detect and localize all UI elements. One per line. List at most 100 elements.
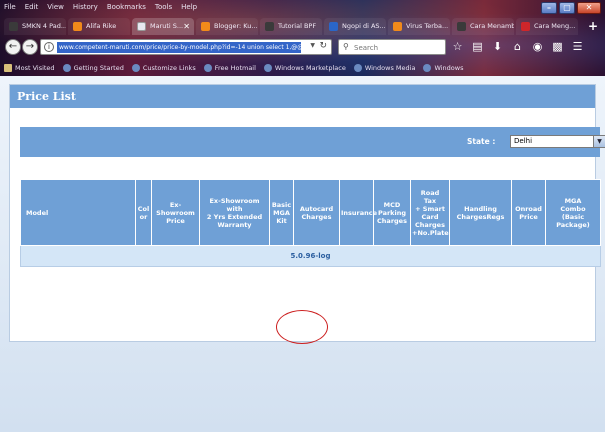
- globe-icon: [263, 64, 272, 72]
- price-list-panel: Price List State : Delhi ▼ Model Col or E…: [9, 84, 605, 342]
- reading-list-icon[interactable]: ▤: [472, 40, 483, 54]
- bookmark-label: Most Visited: [15, 64, 55, 72]
- tab-8[interactable]: Cara Menambah...: [452, 18, 514, 35]
- tab-3-active[interactable]: Maruti S... ✕: [132, 18, 194, 35]
- menu-history[interactable]: History: [73, 3, 98, 14]
- tab-strip: SMKN 4 Pad... Alifa Rike Maruti S... ✕ Bl…: [4, 18, 601, 35]
- bookmark-windows-media[interactable]: Windows Media: [353, 62, 416, 74]
- search-icon: ⚲: [343, 42, 349, 51]
- tab-label: Maruti S...: [150, 22, 184, 30]
- tab-label: Tutorial BPF: [278, 22, 317, 30]
- column-header: Onroad Price: [511, 179, 546, 246]
- tab-2[interactable]: Alifa Rike: [68, 18, 130, 35]
- column-header: Col or: [135, 179, 152, 246]
- column-header: MCD Parking Charges: [373, 179, 411, 246]
- globe-icon: [203, 64, 212, 72]
- menu-bar: File Edit View History Bookmarks Tools H…: [4, 3, 197, 14]
- home-icon[interactable]: ⌂: [512, 40, 523, 54]
- state-filter-bar: State : Delhi ▼: [20, 127, 605, 157]
- bookmark-label: Getting Started: [73, 64, 124, 72]
- tab-9[interactable]: Cara Meng...: [516, 18, 578, 35]
- table-header-row: Model Col or Ex-Showroom Price Ex-Showroom…: [20, 179, 601, 246]
- bookmark-free-hotmail[interactable]: Free Hotmail: [203, 62, 256, 74]
- tab-7[interactable]: Virus Terba...: [388, 18, 450, 35]
- close-tab-icon[interactable]: ✕: [183, 18, 190, 35]
- bookmark-label: Customize Links: [142, 64, 196, 72]
- tab-favicon: [9, 22, 18, 31]
- chevron-down-icon[interactable]: ▼: [593, 136, 605, 147]
- search-bar[interactable]: ⚲: [338, 39, 446, 55]
- blogger-icon: [393, 22, 402, 31]
- globe-icon: [62, 64, 71, 72]
- state-label: State :: [467, 137, 496, 146]
- bookmark-label: Windows Media: [364, 64, 416, 72]
- tab-label: Cara Meng...: [534, 22, 576, 30]
- tab-favicon: [265, 22, 274, 31]
- info-icon[interactable]: i: [44, 42, 54, 52]
- menu-icon[interactable]: ☰: [572, 40, 583, 54]
- forward-icon[interactable]: →: [22, 39, 38, 55]
- page-content: Price List State : Delhi ▼ Model Col or E…: [0, 76, 605, 432]
- tab-6[interactable]: Ngopi di AS...: [324, 18, 386, 35]
- reload-icon[interactable]: ↻: [319, 41, 327, 51]
- menu-file[interactable]: File: [4, 3, 16, 14]
- column-header: Autocard Charges: [293, 179, 340, 246]
- minimize-button[interactable]: –: [541, 2, 557, 14]
- column-header: Handling ChargesRegs: [449, 179, 512, 246]
- downloads-icon[interactable]: ⬇: [492, 40, 503, 54]
- search-input[interactable]: [354, 42, 442, 53]
- state-value: Delhi: [514, 137, 533, 145]
- column-header: Ex-Showroom Price: [151, 179, 200, 246]
- blogger-icon: [73, 22, 82, 31]
- menu-view[interactable]: View: [47, 3, 64, 14]
- tab-favicon: [457, 22, 466, 31]
- url-dropdown-icon[interactable]: ▼: [310, 42, 315, 49]
- globe-icon: [423, 64, 432, 72]
- bookmark-getting-started[interactable]: Getting Started: [62, 62, 124, 74]
- table-row: 5.0.96-log: [20, 245, 601, 267]
- bookmarks-bar: Most Visited Getting Started Customize L…: [4, 62, 463, 74]
- tab-4[interactable]: Blogger: Ku...: [196, 18, 258, 35]
- tab-favicon: [329, 22, 338, 31]
- back-icon[interactable]: ←: [5, 39, 21, 55]
- new-tab-icon[interactable]: +: [588, 18, 601, 35]
- toolbar-icons: ☆ ▤ ⬇ ⌂ ◉ ▩ ☰: [452, 40, 583, 54]
- bookmark-most-visited[interactable]: Most Visited: [4, 62, 55, 74]
- pocket-icon[interactable]: ◉: [532, 40, 543, 54]
- tab-label: Alifa Rike: [86, 22, 117, 30]
- state-select[interactable]: Delhi ▼: [510, 135, 605, 148]
- folder-icon: [4, 64, 12, 72]
- bookmark-windows[interactable]: Windows: [423, 62, 463, 74]
- menu-edit[interactable]: Edit: [25, 3, 39, 14]
- bookmark-windows-marketplace[interactable]: Windows Marketplace: [263, 62, 346, 74]
- tab-5[interactable]: Tutorial BPF: [260, 18, 322, 35]
- page-title: Price List: [10, 85, 595, 108]
- screenshot-icon[interactable]: ▩: [552, 40, 563, 54]
- navigation-bar: ← → i www.competent-maruti.com/price/pri…: [0, 36, 605, 58]
- bookmark-label: Windows: [434, 64, 464, 72]
- globe-icon: [131, 64, 140, 72]
- menu-help[interactable]: Help: [181, 3, 197, 14]
- menu-bookmarks[interactable]: Bookmarks: [107, 3, 146, 14]
- tab-favicon: [521, 22, 530, 31]
- window-controls: – ▢ ✕: [541, 2, 601, 14]
- blogger-icon: [201, 22, 210, 31]
- column-header: Basic MGA Kit: [269, 179, 294, 246]
- tab-label: Blogger: Ku...: [214, 22, 258, 30]
- url-bar[interactable]: i www.competent-maruti.com/price/price-b…: [40, 39, 332, 55]
- query-result-cell: 5.0.96-log: [20, 245, 601, 267]
- tab-label: Virus Terba...: [406, 22, 449, 30]
- tab-label: Cara Menambah...: [470, 22, 514, 30]
- column-header: Ex-Showroom with 2 Yrs Extended Warranty: [199, 179, 270, 246]
- bookmark-label: Free Hotmail: [214, 64, 256, 72]
- menu-tools[interactable]: Tools: [155, 3, 172, 14]
- url-text[interactable]: www.competent-maruti.com/price/price-by-…: [57, 42, 301, 53]
- maruti-icon: [137, 22, 146, 31]
- bookmark-customize-links[interactable]: Customize Links: [131, 62, 196, 74]
- close-window-button[interactable]: ✕: [577, 2, 601, 14]
- column-header: MGA Combo (Basic Package): [545, 179, 601, 246]
- tab-1[interactable]: SMKN 4 Pad...: [4, 18, 66, 35]
- bookmark-star-icon[interactable]: ☆: [452, 40, 463, 54]
- maximize-button[interactable]: ▢: [559, 2, 575, 14]
- tab-label: SMKN 4 Pad...: [22, 22, 66, 30]
